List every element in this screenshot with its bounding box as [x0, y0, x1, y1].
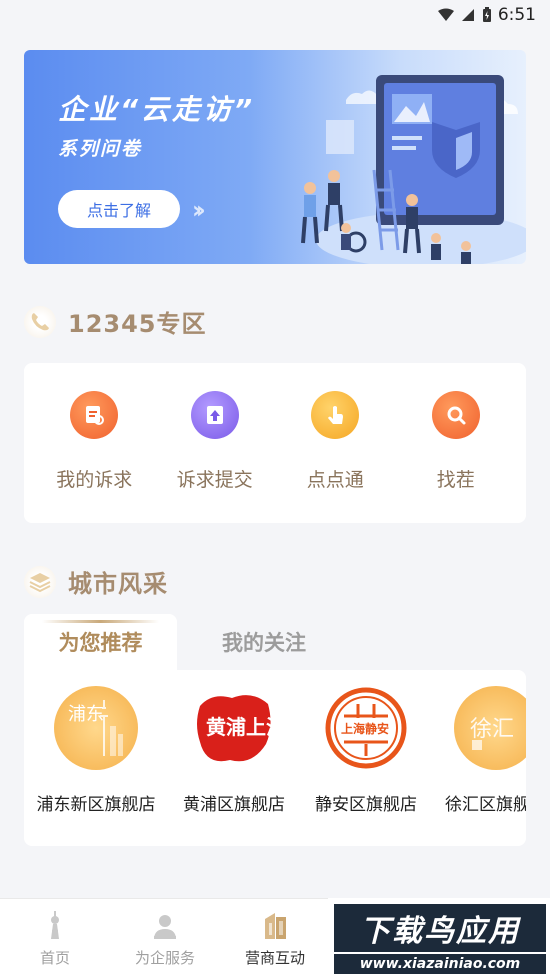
section-city-header: 城市风采	[24, 564, 168, 599]
pudong-logo: 浦东	[54, 686, 138, 770]
building-icon	[260, 911, 290, 941]
signal-icon	[461, 9, 474, 21]
city-tabs: 为您推荐 我的关注	[24, 614, 526, 670]
banner-illustration	[301, 75, 526, 264]
store-item-huangpu[interactable]: 黄浦上海 黄浦区旗舰店	[164, 686, 304, 815]
store-item-xuhui[interactable]: 徐汇 徐汇区旗舰店	[426, 686, 526, 815]
nav-home[interactable]: 首页	[0, 899, 110, 978]
section-city-title: 城市风采	[68, 570, 168, 598]
battery-icon	[482, 7, 491, 22]
store-item-pudong[interactable]: 浦东 浦东新区旗舰店	[26, 686, 166, 815]
pudong-logo-text-1: 浦东	[68, 704, 104, 725]
nav-business-interaction[interactable]: 营商互动	[220, 899, 330, 978]
status-time: 6:51	[497, 5, 536, 25]
store-name: 静安区旗舰店	[315, 795, 417, 815]
promo-banner[interactable]: 企业“云走访” 系列问卷 点击了解 ››	[24, 50, 526, 264]
wifi-icon	[437, 8, 454, 21]
watermark-url: www.xiazainiao.com	[334, 954, 546, 974]
banner-title: 企业“云走访”	[58, 93, 256, 126]
nav-enterprise-service[interactable]: 为企服务	[110, 899, 220, 978]
watermark-title: 下载鸟应用	[334, 904, 546, 952]
upload-icon	[190, 391, 239, 439]
search-icon	[431, 391, 480, 439]
find-fault-item[interactable]: 找茬	[401, 363, 511, 492]
dian-dian-tong-label: 点点通	[306, 469, 364, 491]
tab-recommended[interactable]: 为您推荐	[24, 614, 177, 670]
xuhui-logo: 徐汇	[454, 686, 526, 770]
tower-icon	[40, 911, 70, 941]
complaint-doc-icon	[70, 391, 119, 439]
submit-appeal-item[interactable]: 诉求提交	[160, 363, 270, 492]
find-fault-label: 找茬	[436, 469, 475, 491]
status-bar: 6:51	[0, 0, 550, 30]
store-item-jingan[interactable]: 上海静安 静安区旗舰店	[296, 686, 436, 815]
store-name: 黄浦区旗舰店	[183, 795, 285, 815]
person-icon	[150, 911, 180, 941]
dian-dian-tong-item[interactable]: 点点通	[280, 363, 390, 492]
tab-following[interactable]: 我的关注	[184, 614, 344, 670]
xuhui-logo-text: 徐汇	[470, 717, 514, 742]
watermark-logo: 下载鸟应用 www.xiazainiao.com	[328, 898, 550, 978]
jingan-logo: 上海静安	[324, 686, 408, 770]
phone-icon	[24, 305, 56, 338]
tap-hand-icon	[311, 391, 360, 439]
huangpu-logo: 黄浦上海	[192, 686, 276, 770]
huangpu-logo-text: 黄浦上海	[206, 715, 276, 739]
nav-enterprise-service-label: 为企服务	[134, 949, 195, 967]
section-12345-title: 12345专区	[68, 310, 207, 338]
store-name: 徐汇区旗舰店	[445, 795, 526, 815]
jingan-logo-text: 上海静安	[341, 721, 389, 736]
store-list: 浦东 浦东新区旗舰店 黄浦上海 黄浦区旗舰店 上海静安 静安区旗舰店 徐汇	[24, 670, 526, 846]
section-12345-card: 我的诉求 诉求提交 点点通 找茬	[24, 363, 526, 523]
nav-home-label: 首页	[39, 949, 70, 967]
store-name: 浦东新区旗舰店	[36, 795, 156, 815]
section-12345-header: 12345专区	[24, 304, 207, 339]
my-appeal-item[interactable]: 我的诉求	[39, 363, 149, 492]
learn-more-button[interactable]: 点击了解	[58, 190, 180, 228]
layers-icon	[24, 565, 56, 598]
submit-appeal-label: 诉求提交	[176, 469, 253, 491]
double-chevron-icon: ››	[192, 196, 206, 224]
banner-subtitle: 系列问卷	[58, 138, 143, 160]
my-appeal-label: 我的诉求	[56, 469, 133, 491]
nav-business-interaction-label: 营商互动	[244, 949, 305, 967]
